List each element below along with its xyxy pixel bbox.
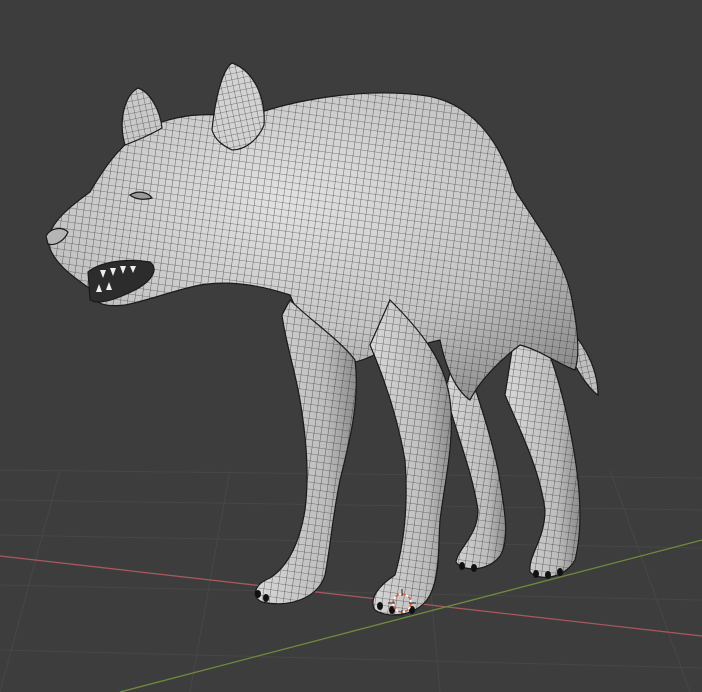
3d-viewport[interactable] [0, 0, 702, 692]
hyena-mesh[interactable] [45, 62, 599, 616]
viewport-canvas[interactable] [0, 0, 702, 692]
floor-grid [0, 469, 702, 692]
